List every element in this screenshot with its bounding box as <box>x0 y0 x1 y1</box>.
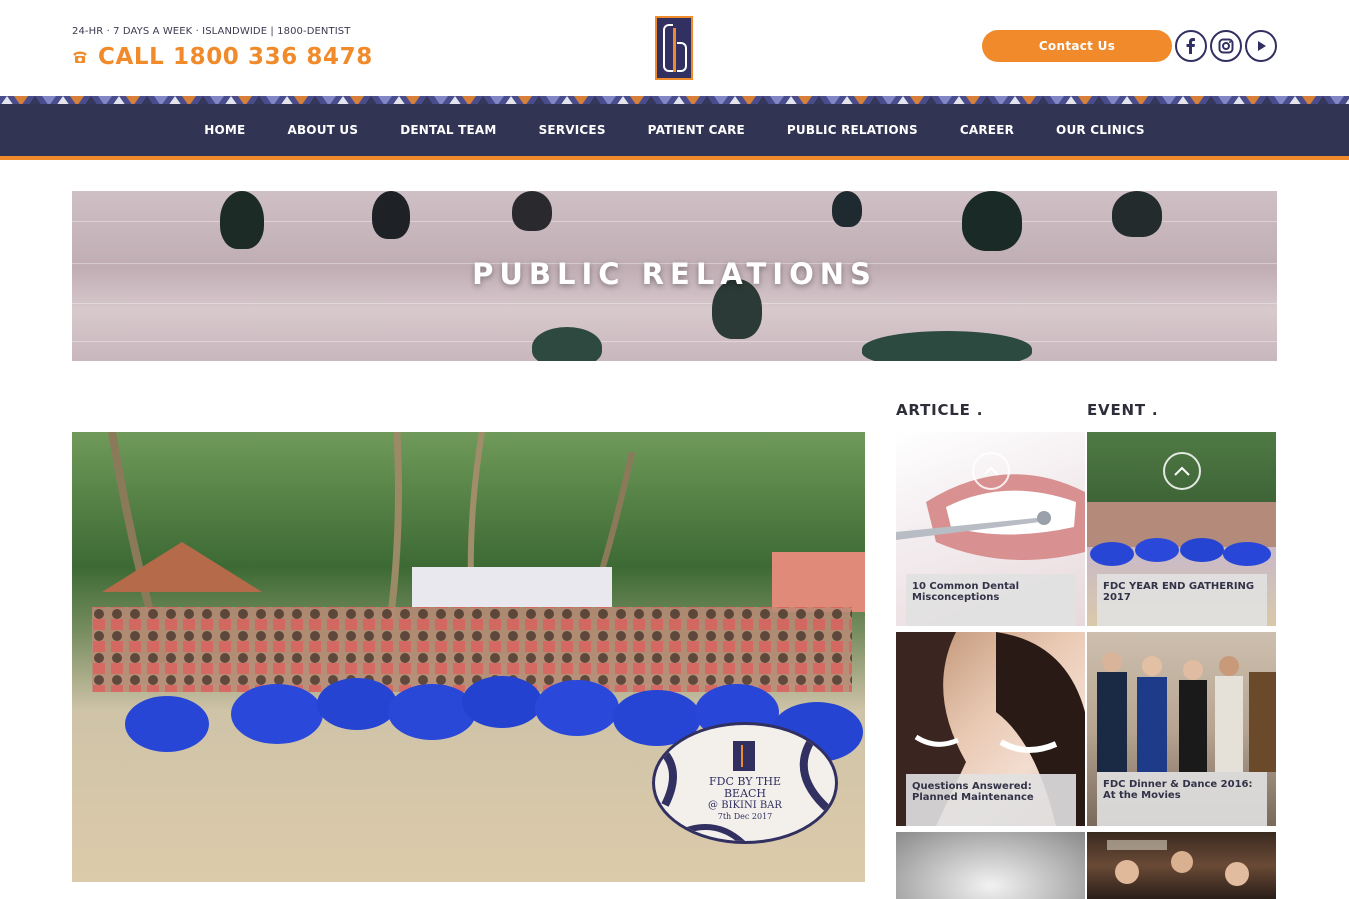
nav-home[interactable]: HOME <box>183 123 266 137</box>
nav-our-clinics[interactable]: OUR CLINICS <box>1035 123 1166 137</box>
party-photo-art <box>1107 840 1249 886</box>
nav-dental-team[interactable]: DENTAL TEAM <box>379 123 517 137</box>
badge-line-2: BEACH <box>723 787 767 800</box>
logo-d-shape <box>673 28 676 72</box>
scroll-up-icon <box>972 452 1010 490</box>
nav-public-relations[interactable]: PUBLIC RELATIONS <box>766 123 939 137</box>
logo-f-shape <box>663 24 673 72</box>
event-tile[interactable]: FDC YEAR END GATHERING 2017 <box>1087 432 1276 626</box>
article-tile[interactable]: Questions Answered: Planned Maintenance <box>896 632 1085 826</box>
instagram-icon[interactable] <box>1210 30 1242 62</box>
nav-patient-care[interactable]: PATIENT CARE <box>627 123 766 137</box>
nav-accent-line <box>0 156 1349 160</box>
logo-c-shape <box>677 42 687 72</box>
badge-line-3: @ BIKINI BAR <box>708 800 782 811</box>
hero-banner: PUBLIC RELATIONS <box>72 191 1277 361</box>
main-nav: HOME ABOUT US DENTAL TEAM SERVICES PATIE… <box>0 104 1349 156</box>
nav-career[interactable]: CAREER <box>939 123 1035 137</box>
article-tile[interactable] <box>896 832 1085 899</box>
nav-about-us[interactable]: ABOUT US <box>266 123 379 137</box>
contact-us-button[interactable]: Contact Us <box>982 30 1172 62</box>
phone-icon <box>73 51 87 63</box>
phone-number[interactable]: CALL 1800 336 8478 <box>98 44 373 70</box>
article-section-title: ARTICLE . <box>896 401 984 419</box>
phone-row[interactable]: CALL 1800 336 8478 <box>72 44 373 70</box>
event-caption: FDC Dinner & Dance 2016: At the Movies <box>1097 772 1267 826</box>
fdc-logo[interactable] <box>655 16 693 80</box>
scroll-up-icon <box>1163 452 1201 490</box>
article-caption: Questions Answered: Planned Maintenance <box>906 774 1076 826</box>
event-section-title: EVENT . <box>1087 401 1159 419</box>
event-badge: FDC BY THE BEACH @ BIKINI BAR 7th Dec 20… <box>652 722 838 844</box>
event-caption: FDC YEAR END GATHERING 2017 <box>1097 574 1267 626</box>
event-tile[interactable] <box>1087 832 1276 899</box>
page-title: PUBLIC RELATIONS <box>472 257 877 291</box>
badge-line-4: 7th Dec 2017 <box>717 812 773 821</box>
youtube-play-icon[interactable] <box>1245 30 1277 62</box>
article-tile[interactable]: 10 Common Dental Misconceptions <box>896 432 1085 626</box>
facebook-icon[interactable] <box>1175 30 1207 62</box>
article-caption: 10 Common Dental Misconceptions <box>906 574 1076 626</box>
event-tile[interactable]: FDC Dinner & Dance 2016: At the Movies <box>1087 632 1276 826</box>
service-tagline: 24-HR · 7 DAYS A WEEK · ISLANDWIDE | 180… <box>72 26 351 37</box>
site-header: 24-HR · 7 DAYS A WEEK · ISLANDWIDE | 180… <box>0 0 1349 96</box>
nav-services[interactable]: SERVICES <box>518 123 627 137</box>
